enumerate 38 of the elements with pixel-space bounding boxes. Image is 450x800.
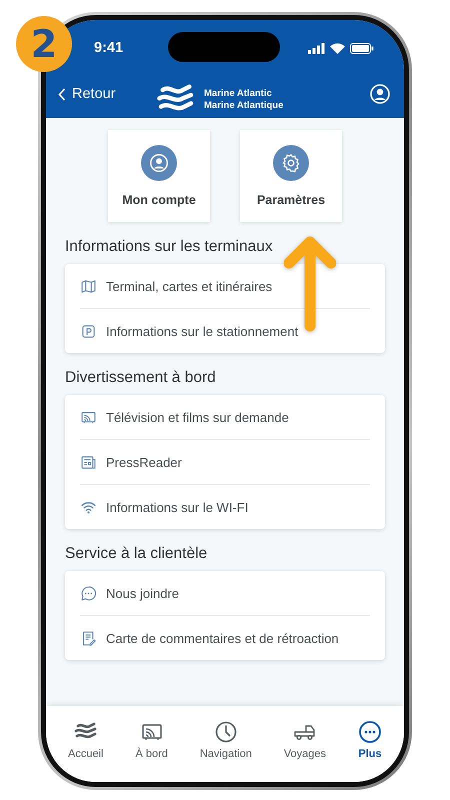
status-time: 9:41: [94, 40, 124, 56]
tab-item[interactable]: Accueil: [64, 720, 108, 760]
step-badge: 2: [16, 16, 72, 72]
menu-item[interactable]: Informations sur le stationnement: [106, 324, 298, 338]
battery-icon: [350, 42, 374, 54]
menu-item[interactable]: Télévision et films sur demande: [106, 410, 289, 424]
tab-item[interactable]: Navigation: [196, 720, 256, 760]
account-button[interactable]: [368, 82, 392, 106]
menu-item[interactable]: Terminal, cartes et itinéraires: [106, 278, 272, 294]
quick-tile[interactable]: Paramètres: [240, 130, 342, 222]
section-heading: Service à la clientèle: [65, 544, 208, 564]
more-icon: [358, 720, 382, 744]
menu-item[interactable]: Nous joindre: [106, 586, 179, 600]
logo-text: Marine Atlantic Marine Atlantique: [204, 88, 284, 112]
clock-icon: [214, 720, 238, 744]
map-icon: [80, 278, 97, 294]
section-heading: Divertissement à bord: [65, 368, 217, 388]
wifi-icon: [330, 42, 345, 54]
tile-label: Mon compte: [122, 193, 196, 207]
chat-bubble-icon: [80, 584, 97, 602]
gear-icon: [280, 152, 302, 174]
quick-tile[interactable]: Mon compte: [108, 130, 210, 222]
user-icon: [368, 82, 392, 106]
menu-item[interactable]: Carte de commentaires et de rétroaction: [106, 630, 339, 646]
tab-item[interactable]: Voyages: [280, 720, 330, 760]
parking-icon: [80, 322, 97, 340]
newspaper-icon: [80, 454, 97, 470]
tab-item[interactable]: Plus: [354, 720, 386, 760]
signal-icon: [308, 42, 325, 54]
document-edit-icon: [80, 630, 97, 646]
tile-label: Paramètres: [256, 193, 326, 207]
back-button[interactable]: Retour: [58, 86, 116, 102]
tab-item[interactable]: À bord: [131, 720, 172, 760]
user-icon: [148, 152, 170, 174]
menu-item[interactable]: PressReader: [106, 454, 182, 470]
chevron-left-icon: [58, 88, 66, 100]
menu-item[interactable]: Informations sur le WI-FI: [106, 500, 248, 514]
section-heading: Informations sur les terminaux: [65, 237, 274, 257]
